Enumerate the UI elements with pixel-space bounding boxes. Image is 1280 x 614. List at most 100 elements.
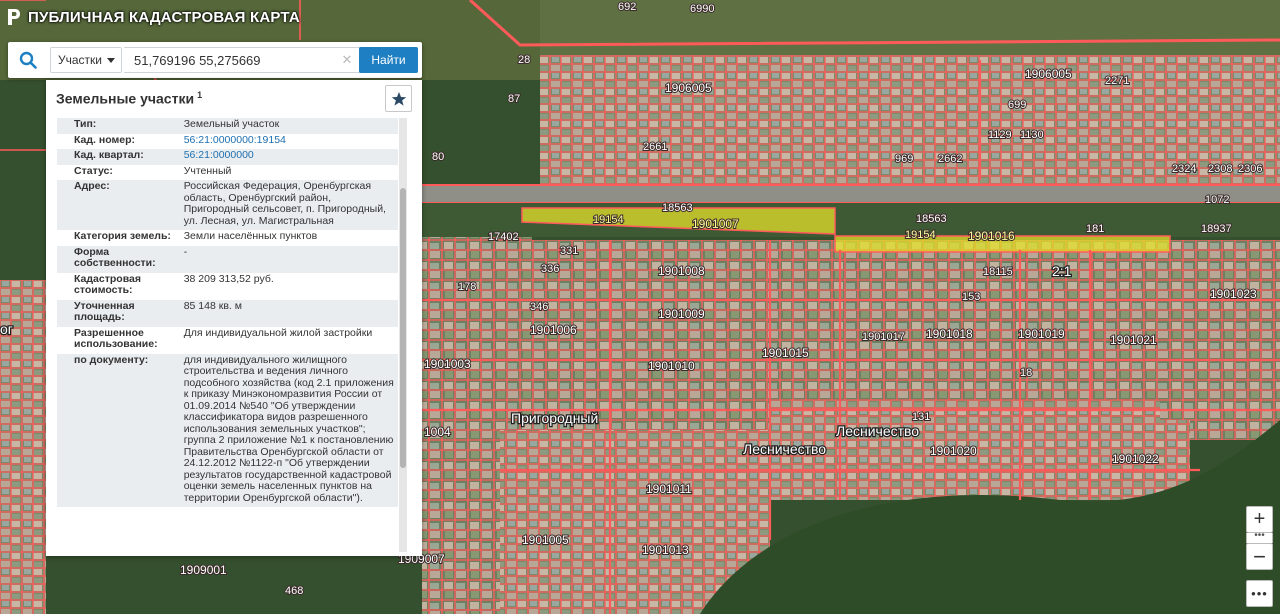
star-icon — [391, 91, 406, 106]
place-label-partial: ог — [0, 321, 13, 337]
close-icon[interactable]: ✕ — [340, 53, 354, 67]
place-label-lesnichestvo-2: Лесничество — [836, 423, 919, 439]
parcel-label: 2306 — [1238, 163, 1262, 175]
attribute-value: Земельный участок — [179, 118, 398, 134]
parcel-label: 1901023 — [1210, 287, 1257, 301]
attribute-key: Кад. номер: — [74, 133, 136, 146]
parcel-label: 18563 — [662, 202, 693, 214]
parcel-label: 1901020 — [930, 444, 977, 458]
attribute-key: Форма собственности: — [57, 245, 180, 273]
parcel-label: 1909001 — [180, 563, 227, 577]
attribute-key: Статус: — [74, 164, 113, 177]
panel-title-count: 1 — [197, 90, 203, 100]
parcel-label: 1901005 — [522, 533, 569, 547]
parcel-label: 468 — [285, 585, 303, 597]
parcel-label: 18563 — [916, 213, 947, 225]
more-options-button[interactable]: ••• — [1246, 580, 1273, 607]
parcel-label: 2271 — [1105, 75, 1129, 87]
attribute-key: Кад. квартал: — [57, 149, 180, 165]
parcel-label: 1901007 — [692, 217, 739, 231]
parcel-label: 331 — [560, 245, 578, 257]
attribute-row: по документу: для индивидуального жилищно… — [57, 353, 398, 507]
parcel-label: 1901022 — [1112, 452, 1159, 466]
find-button[interactable]: Найти — [359, 47, 418, 73]
app-title: ПУБЛИЧНАЯ КАДАСТРОВАЯ КАРТА — [28, 8, 300, 26]
favorite-button[interactable] — [385, 85, 412, 112]
parcel-label: 2661 — [643, 141, 667, 153]
search-input[interactable] — [124, 47, 360, 73]
attribute-value: 38 209 313,52 руб. — [183, 272, 274, 285]
parcel-label: 19154 — [593, 214, 624, 226]
place-label-lesnichestvo: Лесничество — [743, 441, 826, 457]
parcel-label: 18115 — [983, 266, 1013, 278]
zoom-slider-dots: ••• — [1246, 531, 1273, 543]
field-area — [540, 0, 1280, 60]
attribute-value: Российская Федерация, Оренбургская облас… — [179, 180, 398, 230]
parcel-label: 1901008 — [658, 264, 705, 278]
attribute-row: Форма собственности: - — [57, 245, 398, 273]
parcel-label: 131 — [912, 411, 930, 423]
attributes-scroll-area[interactable]: Тип: Земельный участок Кад. номер: 56:21:00… — [57, 118, 408, 552]
panel-title-text: Земельные участки — [56, 90, 195, 107]
district-southeast — [770, 400, 1190, 500]
search-type-dropdown[interactable]: Участки — [50, 47, 122, 73]
attribute-key: Кадастровая стоимость: — [74, 272, 141, 296]
info-panel: Земельные участки 1 Тип: Земельный участок… — [46, 80, 422, 556]
highway — [422, 185, 1280, 203]
district-east — [1160, 240, 1280, 420]
parcel-label: 346 — [530, 301, 548, 313]
attribute-row: Уточненная площадь: 85 148 кв. м — [57, 299, 398, 327]
attribute-row: Кад. номер: 56:21:0000000:19154 — [57, 134, 398, 150]
attribute-value: 85 148 кв. м — [179, 299, 398, 327]
attribute-key: Уточненная площадь: — [57, 299, 180, 327]
parcel-label: 1906005 — [665, 81, 712, 95]
attribute-value: Учтенный — [183, 164, 232, 177]
parcel-label: 336 — [541, 263, 559, 275]
parcel-label: 1901006 — [530, 323, 577, 337]
attribute-row: Категория земель: Земли населённых пункто… — [57, 230, 398, 246]
parcel-label: 1004 — [424, 425, 451, 439]
parcel-label: 178 — [458, 281, 476, 293]
parcel-label: 17402 — [488, 231, 519, 243]
attribute-row: Адрес: Российская Федерация, Оренбургская… — [57, 180, 398, 230]
attribute-link[interactable]: 56:21:0000000 — [184, 149, 254, 161]
zoom-out-button[interactable]: − — [1246, 543, 1273, 570]
scrollbar-thumb[interactable] — [400, 188, 406, 468]
attribute-key: по документу: — [57, 353, 180, 507]
app-header: ПУБЛИЧНАЯ КАДАСТРОВАЯ КАРТА — [0, 0, 300, 34]
parcel-label: 1901019 — [1018, 327, 1065, 341]
attribute-key: Разрешенное использование: — [74, 326, 158, 350]
search-icon[interactable] — [8, 42, 48, 78]
parcel-label: 1901003 — [424, 357, 471, 371]
parcel-label: 18 — [1020, 367, 1032, 379]
parcel-label: 28 — [518, 54, 530, 66]
parcel-label: 692 — [618, 1, 636, 13]
attribute-key: Тип: — [57, 118, 180, 134]
zoom-in-button[interactable]: + — [1246, 506, 1273, 533]
parcel-label: 1901018 — [926, 327, 973, 341]
attribute-key: Категория земель: — [74, 230, 171, 242]
parcel-label: 1901015 — [762, 346, 809, 360]
attribute-value: Земли населённых пунктов — [183, 230, 318, 242]
parcel-label: 1906005 — [1025, 67, 1072, 81]
parcel-label: 1901013 — [642, 543, 689, 557]
parcel-label: 87 — [508, 93, 520, 105]
search-type-label: Участки — [58, 53, 102, 67]
parcel-label: 1901021 — [1110, 333, 1157, 347]
attribute-row: Статус: Учтенный — [57, 165, 398, 181]
parcel-label: 1901010 — [648, 359, 695, 373]
parcel-label: 2324 — [1172, 163, 1196, 175]
parcel-label: 80 — [432, 151, 444, 163]
parcel-label: 969 — [895, 153, 913, 165]
parcel-label: 153 — [962, 291, 980, 303]
attributes-table: Тип: Земельный участок Кад. номер: 56:21:00… — [57, 118, 398, 507]
parcel-label: 19154 — [905, 229, 936, 241]
attribute-value: Для индивидуальной жилой застройки — [183, 326, 373, 339]
attribute-value: 56:21:0000000:19154 — [180, 134, 398, 150]
scrollbar[interactable] — [399, 118, 407, 552]
attribute-link[interactable]: 56:21:0000000:19154 — [184, 134, 286, 146]
parcel-label: 1901011 — [646, 482, 692, 496]
attribute-value: - — [179, 245, 398, 273]
district-north — [540, 55, 1280, 185]
attribute-row: Кадастровая стоимость: 38 209 313,52 руб. — [57, 273, 398, 300]
